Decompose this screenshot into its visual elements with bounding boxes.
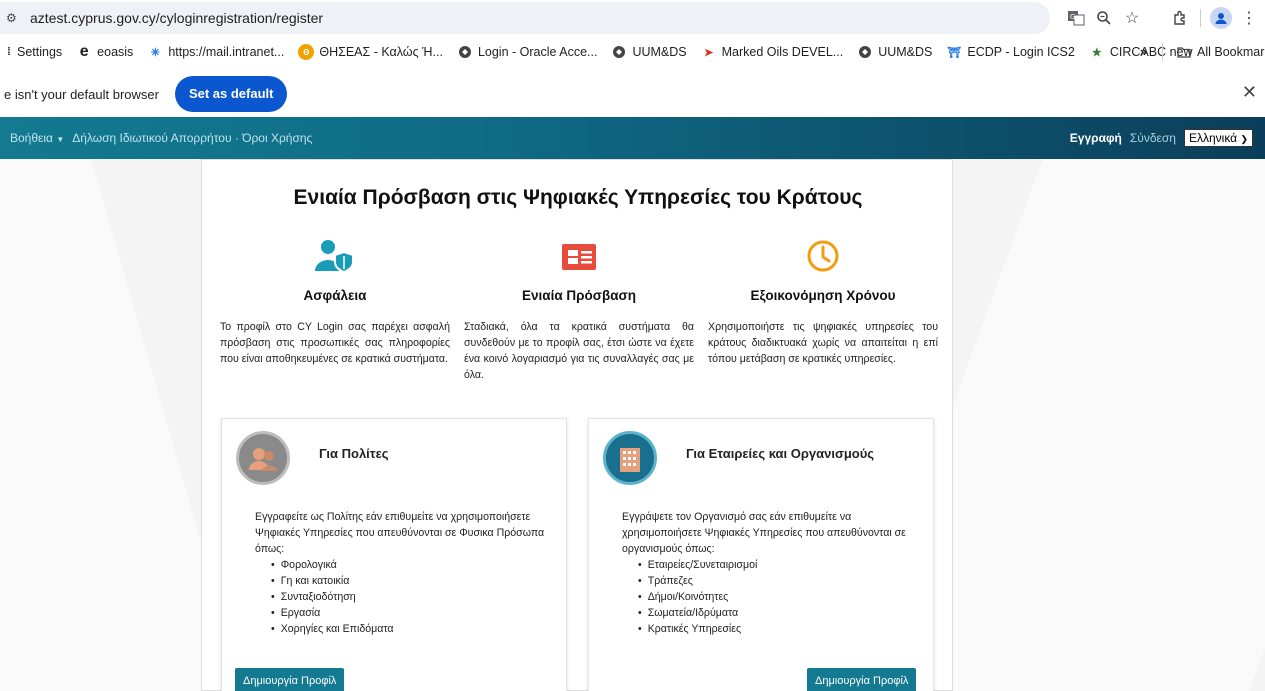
bookmark-label: Marked Oils DEVEL... xyxy=(721,45,844,59)
bookmark-label: UUM&DS xyxy=(632,45,687,59)
settings-icon: ⁞ xyxy=(7,46,11,58)
site-info-icon[interactable]: ⚙ xyxy=(6,11,26,25)
bookmark-label: UUM&DS xyxy=(878,45,933,59)
bookmark-item[interactable]: ✳ https://mail.intranet... xyxy=(147,44,285,60)
address-bar[interactable]: ⚙ aztest.cyprus.gov.cy/cyloginregistrati… xyxy=(0,2,1050,34)
feature-title: Εξοικονόμηση Χρόνου xyxy=(750,288,896,303)
bookmark-item[interactable]: UUM&DS xyxy=(611,44,687,60)
bookmark-star-icon[interactable]: ☆ xyxy=(1118,4,1146,32)
translate-icon[interactable]: G xyxy=(1062,4,1090,32)
organizations-title: Για Εταιρείες και Οργανισμούς xyxy=(686,446,875,461)
avatar-icon xyxy=(1210,7,1232,29)
feature-single-access: Ενιαία Πρόσβαση Σταδιακά, όλα τα κρατικά… xyxy=(464,236,694,383)
toolbar-divider xyxy=(1200,9,1201,27)
citizens-description: Εγγραφείτε ως Πολίτης εάν επιθυμείτε να … xyxy=(255,511,545,555)
bookmark-item[interactable]: ⛩ ECDP - Login ICS2 xyxy=(946,44,1074,60)
mail-icon: ✳ xyxy=(150,46,160,59)
organizations-icon xyxy=(603,431,657,485)
caret-down-icon: ▼ xyxy=(56,135,65,144)
folder-icon xyxy=(1176,44,1192,60)
profile-avatar[interactable] xyxy=(1207,4,1235,32)
feature-text: Το προφίλ στο CY Login σας παρέχει ασφαλ… xyxy=(220,321,450,365)
login-link[interactable]: Σύνδεση xyxy=(1130,131,1176,145)
list-item: Τράπεζες xyxy=(638,573,757,589)
bookmark-label: ΘΗΣΕΑΣ - Καλώς Ή... xyxy=(319,45,443,59)
feature-text: Χρησιμοποιήστε τις ψηφιακές υπηρεσίες το… xyxy=(708,321,938,365)
language-value: Ελληνικά xyxy=(1188,131,1238,145)
close-icon[interactable]: ✕ xyxy=(1242,82,1257,103)
globe-icon xyxy=(611,44,627,60)
main-card: Ενιαία Πρόσβαση στις Ψηφιακές Υπηρεσίες … xyxy=(201,159,953,691)
edge-icon: e xyxy=(79,43,89,60)
bookmark-item[interactable]: ➤ Marked Oils DEVEL... xyxy=(701,44,844,60)
site-icon: ★ xyxy=(1091,46,1102,59)
list-item: Εργασία xyxy=(271,605,394,621)
citizens-title: Για Πολίτες xyxy=(319,446,389,461)
list-item: Εταιρείες/Συνεταιρισμοί xyxy=(638,557,758,573)
bookmarks-divider xyxy=(1162,43,1163,61)
organizations-card: Για Εταιρείες και Οργανισμούς Εγγράψετε … xyxy=(588,418,934,691)
organizations-create-profile-button[interactable]: Δημιουργία Προφίλ xyxy=(807,668,917,691)
bookmark-item[interactable]: e eoasis xyxy=(76,43,134,60)
list-item: Κρατικές Υπηρεσίες xyxy=(638,621,757,637)
page-title: Ενιαία Πρόσβαση στις Ψηφιακές Υπηρεσίες … xyxy=(293,186,863,209)
feature-save-time: Εξοικονόμηση Χρόνου Χρησιμοποιήστε τις ψ… xyxy=(708,236,938,367)
url-text[interactable]: aztest.cyprus.gov.cy/cyloginregistration… xyxy=(30,10,323,26)
list-item: Χορηγίες και Επιδόματα xyxy=(271,621,394,637)
bookmark-label: Settings xyxy=(17,45,63,59)
extensions-icon[interactable] xyxy=(1166,4,1194,32)
bookmarks-bar: ⁞ Settings e eoasis ✳ https://mail.intra… xyxy=(0,36,1265,68)
browser-toolbar: ⚙ aztest.cyprus.gov.cy/cyloginregistrati… xyxy=(0,0,1265,36)
help-label: Βοήθεια xyxy=(10,131,53,145)
citizens-card: Για Πολίτες Εγγραφείτε ως Πολίτης εάν επ… xyxy=(221,418,567,691)
globe-icon xyxy=(457,44,473,60)
site-icon: Θ xyxy=(298,44,315,60)
citizens-list: Φορολογικά Γη και κατοικία Συνταξιοδότησ… xyxy=(271,557,394,637)
id-card-icon xyxy=(464,236,694,276)
feature-title: Ενιαία Πρόσβαση xyxy=(522,288,636,303)
clock-icon xyxy=(708,236,938,276)
organizations-list: Εταιρείες/Συνεταιρισμοί Τράπεζες Δήμοι/Κ… xyxy=(638,557,758,637)
zoom-icon[interactable] xyxy=(1090,4,1118,32)
list-item: Φορολογικά xyxy=(271,557,394,573)
list-item: Γη και κατοικία xyxy=(271,573,394,589)
menu-dots-icon[interactable]: ⋮ xyxy=(1235,4,1263,32)
privacy-link[interactable]: Δήλωση Ιδιωτικού Απορρήτου · Όροι Χρήσης xyxy=(72,131,312,145)
feature-text: Σταδιακά, όλα τα κρατικά συστήματα θα συ… xyxy=(464,321,694,381)
citizens-icon xyxy=(236,431,290,485)
default-browser-infobar: e isn't your default browser Set as defa… xyxy=(0,68,1265,120)
default-browser-message: e isn't your default browser xyxy=(4,86,159,102)
bookmark-item[interactable]: ⁞ Settings xyxy=(6,44,62,60)
language-select[interactable]: Ελληνικά ❯ xyxy=(1183,129,1253,147)
svg-text:G: G xyxy=(1070,13,1075,21)
user-shield-icon xyxy=(220,236,450,276)
help-menu[interactable]: Βοήθεια ▼ xyxy=(10,131,64,145)
citizens-create-profile-button[interactable]: Δημιουργία Προφίλ xyxy=(235,668,345,691)
site-navbar: Βοήθεια ▼ Δήλωση Ιδιωτικού Απορρήτου · Ό… xyxy=(0,117,1265,159)
organizations-description: Εγγράψετε τον Οργανισμό σας εάν επιθυμεί… xyxy=(622,511,906,555)
all-bookmarks-label: All Bookmark xyxy=(1197,45,1265,59)
set-default-button[interactable]: Set as default xyxy=(174,76,288,112)
bookmark-label: eoasis xyxy=(97,45,134,59)
bookmark-item[interactable]: UUM&DS xyxy=(857,44,932,60)
more-bookmarks-button[interactable]: » xyxy=(1140,45,1147,59)
bookmark-label: ECDP - Login ICS2 xyxy=(967,45,1075,59)
bookmark-item[interactable]: Θ ΘΗΣΕΑΣ - Καλώς Ή... xyxy=(298,44,443,60)
bookmark-label: Login - Oracle Acce... xyxy=(477,45,598,59)
all-bookmarks-button[interactable]: All Bookmark xyxy=(1176,44,1265,60)
bookmark-label: https://mail.intranet... xyxy=(168,45,285,59)
feature-security: Ασφάλεια Το προφίλ στο CY Login σας παρέ… xyxy=(220,236,450,367)
chevron-down-icon: ❯ xyxy=(1240,134,1248,144)
site-icon: ➤ xyxy=(704,46,714,59)
list-item: Συνταξιοδότηση xyxy=(271,589,394,605)
list-item: Δήμοι/Κοινότητες xyxy=(638,589,757,605)
list-item: Σωματεία/Ιδρύματα xyxy=(638,605,757,621)
bookmark-item[interactable]: Login - Oracle Acce... xyxy=(457,44,598,60)
site-icon: ⛩ xyxy=(947,46,962,59)
globe-icon xyxy=(857,44,873,60)
register-link[interactable]: Εγγραφή xyxy=(1070,131,1122,145)
feature-title: Ασφάλεια xyxy=(303,288,367,303)
